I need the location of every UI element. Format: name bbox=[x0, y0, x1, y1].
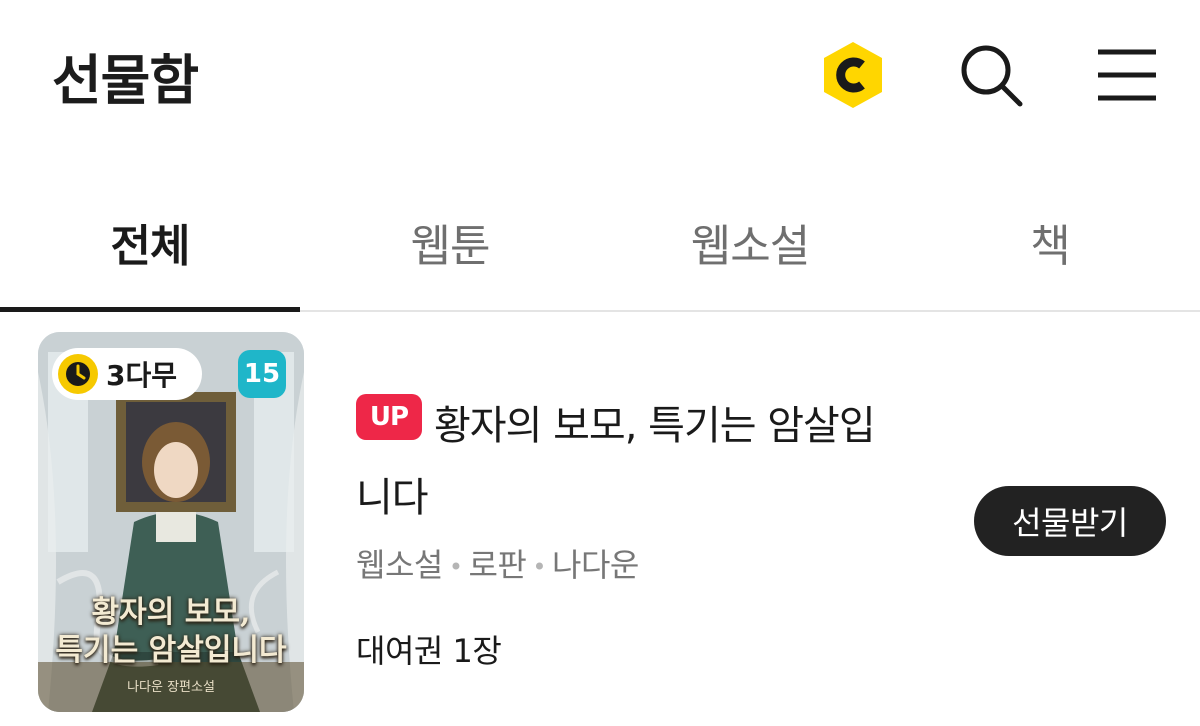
item-info: UP 황자의 보모, 특기는 암살입 니다 웹소설 • 로판 • 나다운 대여권 1장 bbox=[356, 390, 956, 672]
tab-webnovel[interactable]: 웹소설 bbox=[600, 190, 900, 310]
wait-free-badge: 3다무 bbox=[52, 348, 202, 400]
hamburger-menu-icon[interactable] bbox=[1092, 40, 1162, 110]
top-header: 선물함 bbox=[0, 0, 1200, 150]
tab-label: 웹소설 bbox=[690, 221, 810, 272]
page-title: 선물함 bbox=[52, 49, 199, 112]
meta-category: 웹소설 bbox=[356, 546, 443, 584]
search-icon[interactable] bbox=[956, 40, 1026, 110]
meta-separator: • bbox=[532, 553, 547, 581]
meta-genre: 로판 bbox=[468, 546, 527, 584]
tab-label: 웹툰 bbox=[410, 221, 491, 272]
wait-free-label: 3다무 bbox=[106, 359, 178, 392]
receive-gift-button[interactable]: 선물받기 bbox=[974, 486, 1166, 556]
tab-label: 전체 bbox=[110, 221, 191, 272]
cash-coin-icon[interactable] bbox=[818, 40, 888, 110]
item-title-line: 황자의 보모, 특기는 암살입 bbox=[434, 403, 876, 449]
gift-list-item: 3다무 15 황자의 보모, 특기는 암살입니다 나다운 장편소설 UP 황자의 … bbox=[0, 312, 1200, 726]
rental-ticket-count: 대여권 1장 bbox=[356, 632, 502, 670]
category-tabs: 전체 웹툰 웹소설 책 bbox=[0, 190, 1200, 312]
clock-icon bbox=[58, 354, 98, 394]
meta-separator: • bbox=[448, 553, 463, 581]
item-title[interactable]: UP 황자의 보모, 특기는 암살입 니다 bbox=[356, 390, 956, 534]
item-title-line: 니다 bbox=[356, 475, 429, 521]
tab-label: 책 bbox=[1030, 221, 1070, 272]
cover-title-line: 특기는 암살입니다 bbox=[55, 633, 287, 668]
meta-author: 나다운 bbox=[552, 546, 639, 584]
cover-thumbnail[interactable]: 3다무 15 황자의 보모, 특기는 암살입니다 나다운 장편소설 bbox=[38, 332, 304, 712]
item-meta: 웹소설 • 로판 • 나다운 bbox=[356, 540, 956, 586]
cover-author: 나다운 장편소설 bbox=[127, 680, 215, 695]
age-rating-badge: 15 bbox=[238, 350, 286, 398]
cover-title-line: 황자의 보모, bbox=[91, 595, 251, 630]
cover-title-art: 황자의 보모, 특기는 암살입니다 bbox=[38, 594, 304, 670]
tab-all[interactable]: 전체 bbox=[0, 190, 300, 312]
tab-webtoon[interactable]: 웹툰 bbox=[300, 190, 600, 310]
tab-book[interactable]: 책 bbox=[900, 190, 1200, 310]
up-badge: UP bbox=[356, 394, 422, 440]
